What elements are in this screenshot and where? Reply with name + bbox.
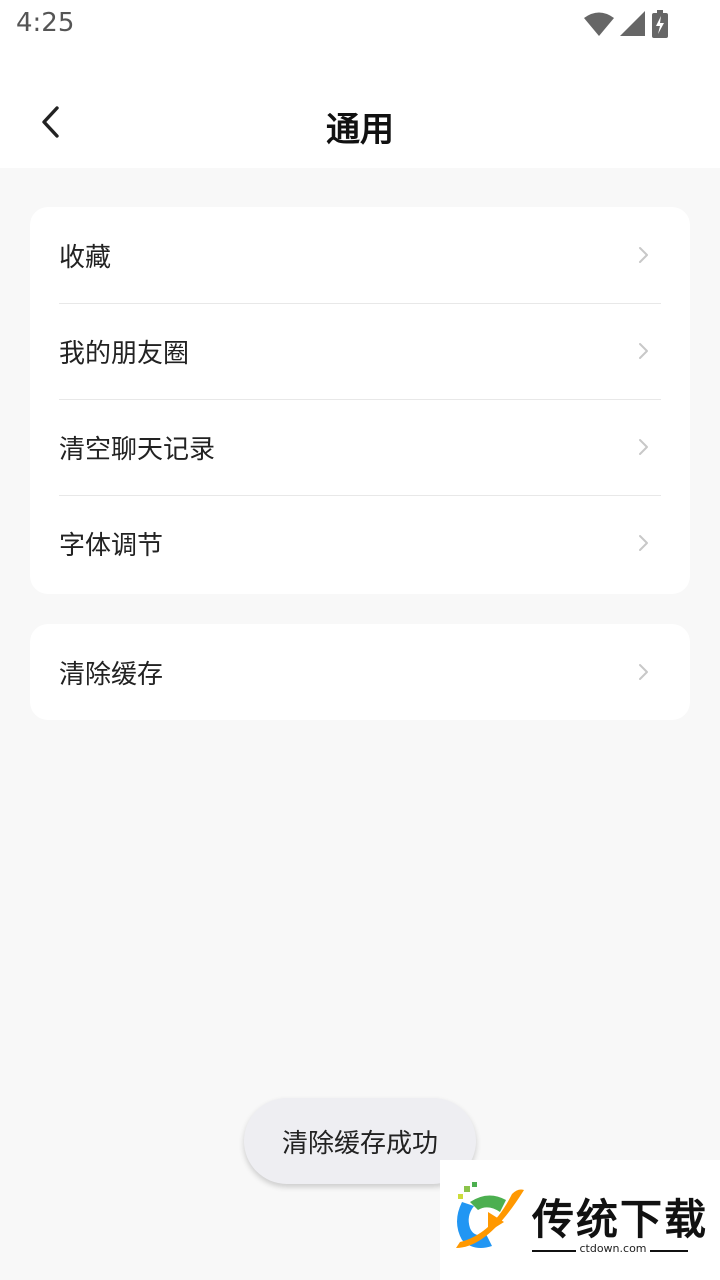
status-icons (584, 10, 668, 38)
nav-bar: 通用 (0, 52, 720, 168)
chevron-right-icon (639, 535, 648, 551)
settings-item-label: 清除缓存 (59, 659, 164, 690)
settings-item-clear-cache[interactable]: 清除缓存 (30, 624, 690, 720)
watermark-title: 传统下载 (532, 1195, 709, 1244)
chevron-right-icon (639, 343, 648, 359)
chevron-right-icon (639, 439, 648, 455)
settings-item-clear-chat-history[interactable]: 清空聊天记录 (30, 399, 690, 495)
settings-item-label: 清空聊天记录 (59, 434, 216, 465)
chevron-right-icon (639, 247, 648, 263)
signal-icon (620, 11, 645, 36)
site-logo-icon (456, 1182, 524, 1248)
status-bar: 4:25 (0, 0, 720, 52)
settings-item-label: 我的朋友圈 (59, 338, 190, 369)
watermark: 传统下载 ctdown.com (440, 1160, 720, 1280)
watermark-divider (532, 1250, 576, 1252)
settings-item-font-size[interactable]: 字体调节 (30, 495, 690, 591)
settings-group-general: 收藏 我的朋友圈 清空聊天记录 字体调节 (30, 207, 690, 594)
wifi-icon (584, 12, 614, 36)
toast-message: 清除缓存成功 (281, 1128, 438, 1159)
settings-item-moments[interactable]: 我的朋友圈 (30, 303, 690, 399)
status-time: 4:25 (16, 8, 75, 38)
settings-item-label: 收藏 (59, 242, 112, 273)
settings-group-cache: 清除缓存 (30, 624, 690, 720)
watermark-domain: ctdown.com (579, 1242, 647, 1255)
watermark-divider (650, 1250, 688, 1252)
battery-charging-icon (652, 10, 668, 38)
settings-item-label: 字体调节 (59, 530, 164, 561)
chevron-right-icon (639, 664, 648, 680)
settings-item-favorites[interactable]: 收藏 (30, 207, 690, 303)
page-title: 通用 (326, 110, 394, 150)
